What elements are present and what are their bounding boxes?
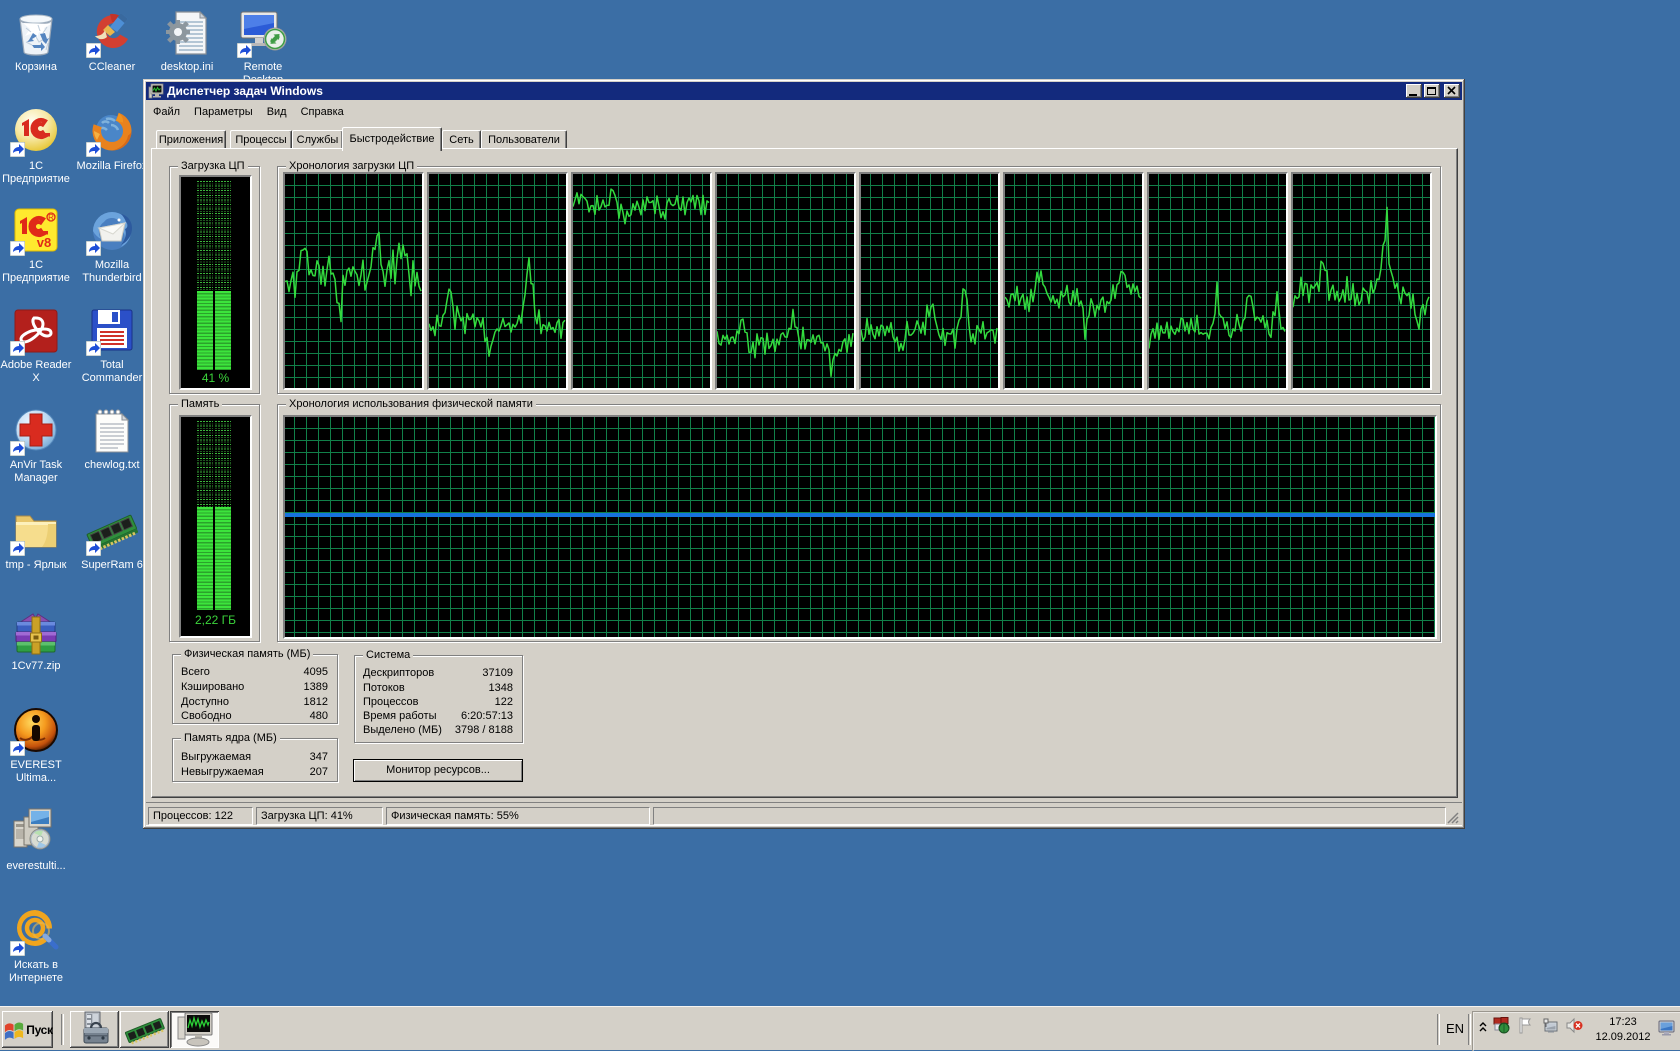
svg-text:v8: v8	[37, 235, 51, 250]
svg-text:R: R	[48, 213, 54, 222]
